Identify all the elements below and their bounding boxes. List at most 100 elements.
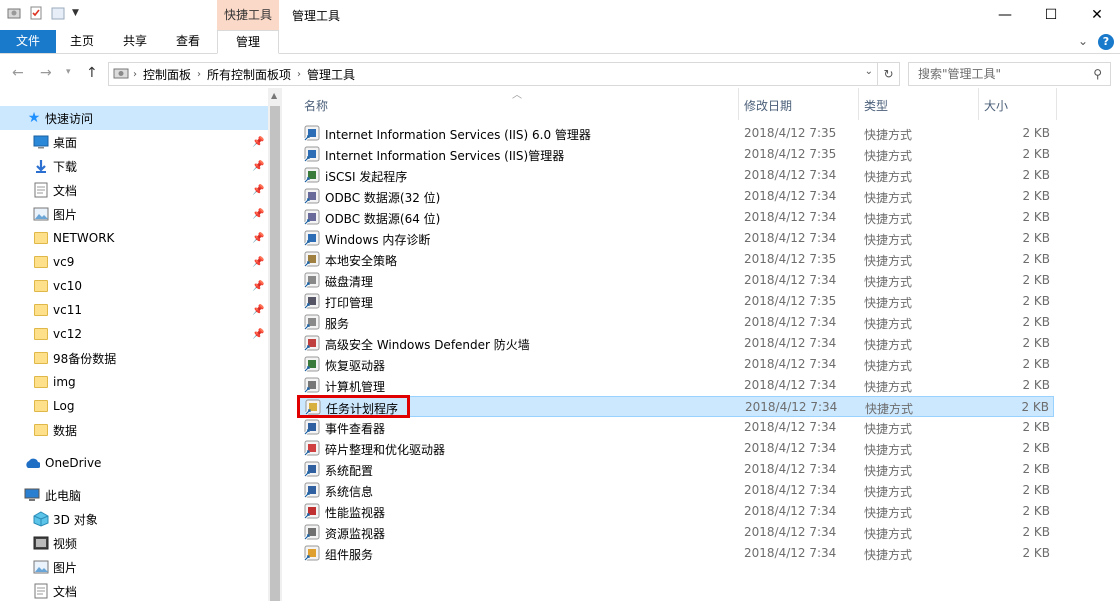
sidebar-item[interactable]: 图片 📌 (0, 202, 268, 226)
file-row[interactable]: ODBC 数据源(64 位) 2018/4/12 7:34 快捷方式 2 KB (297, 207, 1054, 228)
sidebar-item[interactable]: 下载 📌 (0, 154, 268, 178)
sidebar-item[interactable]: Log (0, 394, 268, 418)
tab-manage[interactable]: 管理 (217, 30, 279, 54)
maximize-button[interactable]: ☐ (1028, 0, 1074, 30)
column-header-name[interactable]: 名称 (304, 94, 328, 118)
file-row[interactable]: 碎片整理和优化驱动器 2018/4/12 7:34 快捷方式 2 KB (297, 438, 1054, 459)
sidebar-item[interactable]: vc11 📌 (0, 298, 268, 322)
download-icon (33, 158, 49, 174)
pin-icon[interactable]: 📌 (252, 161, 264, 172)
pin-icon[interactable]: 📌 (252, 233, 264, 244)
file-row[interactable]: 系统配置 2018/4/12 7:34 快捷方式 2 KB (297, 459, 1054, 480)
search-icon[interactable]: ⚲ (1093, 63, 1102, 85)
sidebar-item[interactable]: 图片 (0, 555, 268, 579)
pin-icon[interactable]: 📌 (252, 137, 264, 148)
scroll-up-icon[interactable]: ▲ (271, 91, 277, 100)
breadcrumb-separator-icon[interactable]: › (197, 69, 201, 80)
file-row[interactable]: 服务 2018/4/12 7:34 快捷方式 2 KB (297, 312, 1054, 333)
breadcrumb-all-items[interactable]: 所有控制面板项 (207, 66, 291, 83)
file-size: 2 KB (1022, 147, 1050, 161)
collapse-ribbon-icon[interactable]: ⌄ (1078, 34, 1088, 50)
sidebar-item[interactable]: 3D 对象 (0, 507, 268, 531)
file-row[interactable]: Internet Information Services (IIS)管理器 20… (297, 144, 1054, 165)
file-row[interactable]: 磁盘清理 2018/4/12 7:34 快捷方式 2 KB (297, 270, 1054, 291)
nav-quick-access[interactable]: ★ 快速访问 (0, 106, 268, 130)
file-row[interactable]: 恢复驱动器 2018/4/12 7:34 快捷方式 2 KB (297, 354, 1054, 375)
column-divider[interactable] (738, 88, 739, 120)
nav-onedrive[interactable]: OneDrive (0, 451, 268, 475)
tab-share[interactable]: 共享 (113, 30, 157, 53)
file-row[interactable]: 本地安全策略 2018/4/12 7:35 快捷方式 2 KB (297, 249, 1054, 270)
sidebar-item[interactable]: 桌面 📌 (0, 130, 268, 154)
file-row[interactable]: 资源监视器 2018/4/12 7:34 快捷方式 2 KB (297, 522, 1054, 543)
file-row[interactable]: 任务计划程序 2018/4/12 7:34 快捷方式 2 KB (297, 396, 1054, 417)
column-header-date[interactable]: 修改日期 (744, 94, 792, 118)
file-type: 快捷方式 (864, 380, 913, 394)
pin-icon[interactable]: 📌 (252, 281, 264, 292)
breadcrumb-separator-icon[interactable]: › (297, 69, 301, 80)
file-type: 快捷方式 (864, 464, 913, 478)
sidebar-item[interactable]: NETWORK 📌 (0, 226, 268, 250)
back-arrow-icon[interactable]: ← (12, 65, 24, 81)
sidebar-item[interactable]: 文档 📌 (0, 178, 268, 202)
file-row[interactable]: 事件查看器 2018/4/12 7:34 快捷方式 2 KB (297, 417, 1054, 438)
file-row[interactable]: Internet Information Services (IIS) 6.0 … (297, 123, 1054, 144)
file-row[interactable]: 系统信息 2018/4/12 7:34 快捷方式 2 KB (297, 480, 1054, 501)
pin-icon[interactable]: 📌 (252, 185, 264, 196)
search-input[interactable]: 搜索"管理工具" ⚲ (908, 62, 1111, 86)
pin-icon[interactable]: 📌 (252, 257, 264, 268)
file-date: 2018/4/12 7:34 (744, 504, 837, 518)
column-divider[interactable] (1056, 88, 1057, 120)
close-button[interactable]: ✕ (1074, 0, 1120, 30)
sidebar-item[interactable]: vc9 📌 (0, 250, 268, 274)
sidebar-item[interactable]: vc10 📌 (0, 274, 268, 298)
forward-arrow-icon[interactable]: → (40, 65, 52, 81)
sidebar-item[interactable]: img (0, 370, 268, 394)
tab-home[interactable]: 主页 (60, 30, 104, 53)
file-date: 2018/4/12 7:34 (744, 231, 837, 245)
file-row[interactable]: 计算机管理 2018/4/12 7:34 快捷方式 2 KB (297, 375, 1054, 396)
recent-locations-icon[interactable]: ▾ (66, 67, 71, 77)
sidebar-item[interactable]: vc12 📌 (0, 322, 268, 346)
properties-icon[interactable] (28, 5, 44, 21)
sidebar-item[interactable]: 视频 (0, 531, 268, 555)
breadcrumb-admin-tools[interactable]: 管理工具 (307, 66, 355, 83)
breadcrumb-separator-icon[interactable]: › (133, 69, 137, 80)
column-divider[interactable] (858, 88, 859, 120)
folder-icon (33, 398, 49, 414)
ribbon: 文件 主页 共享 查看 管理 ⌄ ? (0, 30, 1120, 54)
refresh-icon[interactable]: ↻ (878, 62, 900, 86)
file-row[interactable]: 高级安全 Windows Defender 防火墙 2018/4/12 7:34 快… (297, 333, 1054, 354)
pin-icon[interactable]: 📌 (252, 305, 264, 316)
column-header-type[interactable]: 类型 (864, 94, 888, 118)
file-row[interactable]: ODBC 数据源(32 位) 2018/4/12 7:34 快捷方式 2 KB (297, 186, 1054, 207)
file-row[interactable]: 性能监视器 2018/4/12 7:34 快捷方式 2 KB (297, 501, 1054, 522)
address-bar[interactable]: › 控制面板 › 所有控制面板项 › 管理工具 ⌄ (108, 62, 878, 86)
tab-file[interactable]: 文件 (0, 30, 56, 53)
pin-icon[interactable]: 📌 (252, 209, 264, 220)
scrollbar-thumb[interactable] (270, 106, 280, 601)
sidebar-item[interactable]: 数据 (0, 418, 268, 442)
pin-icon[interactable]: 📌 (252, 329, 264, 340)
column-header-size[interactable]: 大小 (984, 94, 1008, 118)
nav-this-pc[interactable]: 此电脑 (0, 483, 268, 507)
sidebar-item[interactable]: 98备份数据 (0, 346, 268, 370)
tab-view[interactable]: 查看 (166, 30, 210, 53)
breadcrumb-control-panel[interactable]: 控制面板 (143, 66, 191, 83)
nav-scrollbar[interactable]: ▲ (268, 88, 282, 601)
file-row[interactable]: Windows 内存诊断 2018/4/12 7:34 快捷方式 2 KB (297, 228, 1054, 249)
up-arrow-icon[interactable]: ↑ (86, 65, 98, 81)
control-panel-icon[interactable] (6, 5, 22, 21)
file-row[interactable]: iSCSI 发起程序 2018/4/12 7:34 快捷方式 2 KB (297, 165, 1054, 186)
file-type: 快捷方式 (864, 128, 913, 142)
file-row[interactable]: 打印管理 2018/4/12 7:35 快捷方式 2 KB (297, 291, 1054, 312)
address-dropdown-icon[interactable]: ⌄ (865, 66, 873, 77)
sidebar-item[interactable]: 文档 (0, 579, 268, 601)
minimize-button[interactable]: — (982, 0, 1028, 30)
new-folder-icon[interactable] (50, 5, 66, 21)
folder-icon (33, 326, 49, 342)
file-row[interactable]: 组件服务 2018/4/12 7:34 快捷方式 2 KB (297, 543, 1054, 564)
customize-toolbar-icon[interactable]: ▼ (72, 8, 79, 18)
column-divider[interactable] (978, 88, 979, 120)
help-icon[interactable]: ? (1098, 34, 1114, 50)
